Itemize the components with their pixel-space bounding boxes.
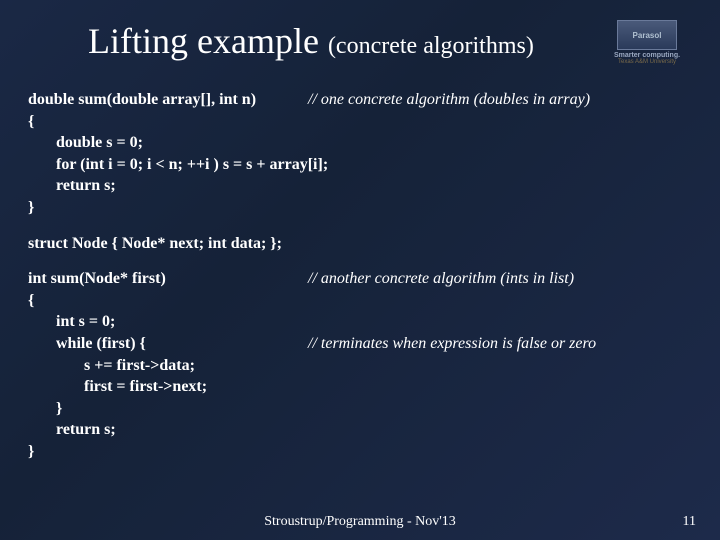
code-brace-open-1: { [28, 111, 692, 133]
code-sig2-comment: // another concrete algorithm (ints in l… [308, 268, 692, 290]
code-line2-brace: } [28, 398, 692, 420]
code-line2-while-comment: // terminates when expression is false o… [308, 333, 692, 355]
slide: Lifting example (concrete algorithms) Pa… [0, 0, 720, 540]
code-row-sig1: double sum(double array[], int n) // one… [28, 89, 692, 111]
spacer-1 [28, 219, 692, 233]
title-area: Lifting example (concrete algorithms) [28, 20, 602, 62]
code-row-while: while (first) { // terminates when expre… [28, 333, 692, 355]
code-row-sig2: int sum(Node* first) // another concrete… [28, 268, 692, 290]
code-brace-close-1: } [28, 197, 692, 219]
title-main: Lifting example [88, 21, 328, 61]
logo-area: Parasol Smarter computing. Texas A&M Uni… [602, 20, 692, 65]
footer-text: Stroustrup/Programming - Nov'13 [0, 514, 720, 530]
code-sig2: int sum(Node* first) [28, 268, 308, 290]
code-struct: struct Node { Node* next; int data; }; [28, 233, 692, 255]
parasol-logo-icon: Parasol [617, 20, 677, 50]
code-line2-s0: int s = 0; [28, 311, 692, 333]
content: double sum(double array[], int n) // one… [28, 89, 692, 463]
page-number: 11 [683, 514, 696, 530]
code-line-for: for (int i = 0; i < n; ++i ) s = s + arr… [28, 154, 692, 176]
logo-tagline-1: Smarter computing. [602, 52, 692, 59]
code-line-s0: double s = 0; [28, 132, 692, 154]
code-line-return: return s; [28, 175, 692, 197]
title-sub: (concrete algorithms) [328, 33, 534, 59]
code-line2-add: s += first->data; [28, 355, 692, 377]
spacer-2 [28, 254, 692, 268]
code-line2-return: return s; [28, 419, 692, 441]
code-line2-while: while (first) { [28, 333, 308, 355]
code-sig1: double sum(double array[], int n) [28, 89, 308, 111]
code-sig1-comment: // one concrete algorithm (doubles in ar… [308, 89, 692, 111]
header: Lifting example (concrete algorithms) Pa… [28, 20, 692, 65]
code-line2-next: first = first->next; [28, 376, 692, 398]
code-brace-open-2: { [28, 290, 692, 312]
code-brace-close-2: } [28, 441, 692, 463]
logo-tagline-2: Texas A&M University [602, 59, 692, 65]
